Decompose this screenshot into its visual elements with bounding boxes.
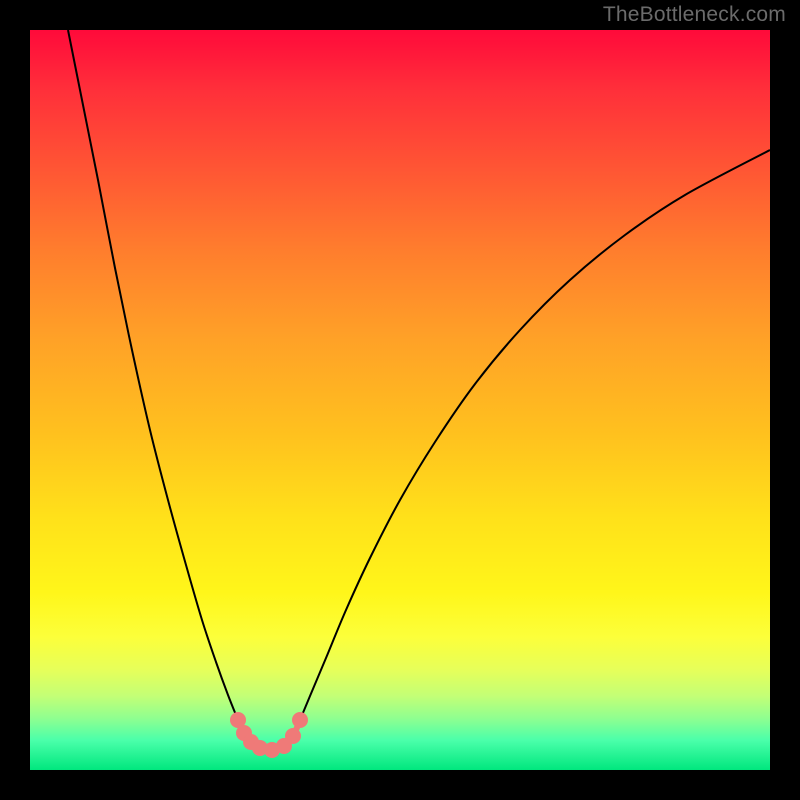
data-marker — [285, 728, 301, 744]
curve-right — [300, 150, 770, 720]
data-markers — [230, 712, 308, 758]
curve-left — [68, 30, 238, 720]
watermark-text: TheBottleneck.com — [603, 3, 786, 27]
chart-area — [30, 30, 770, 770]
chart-svg — [30, 30, 770, 770]
data-marker — [292, 712, 308, 728]
